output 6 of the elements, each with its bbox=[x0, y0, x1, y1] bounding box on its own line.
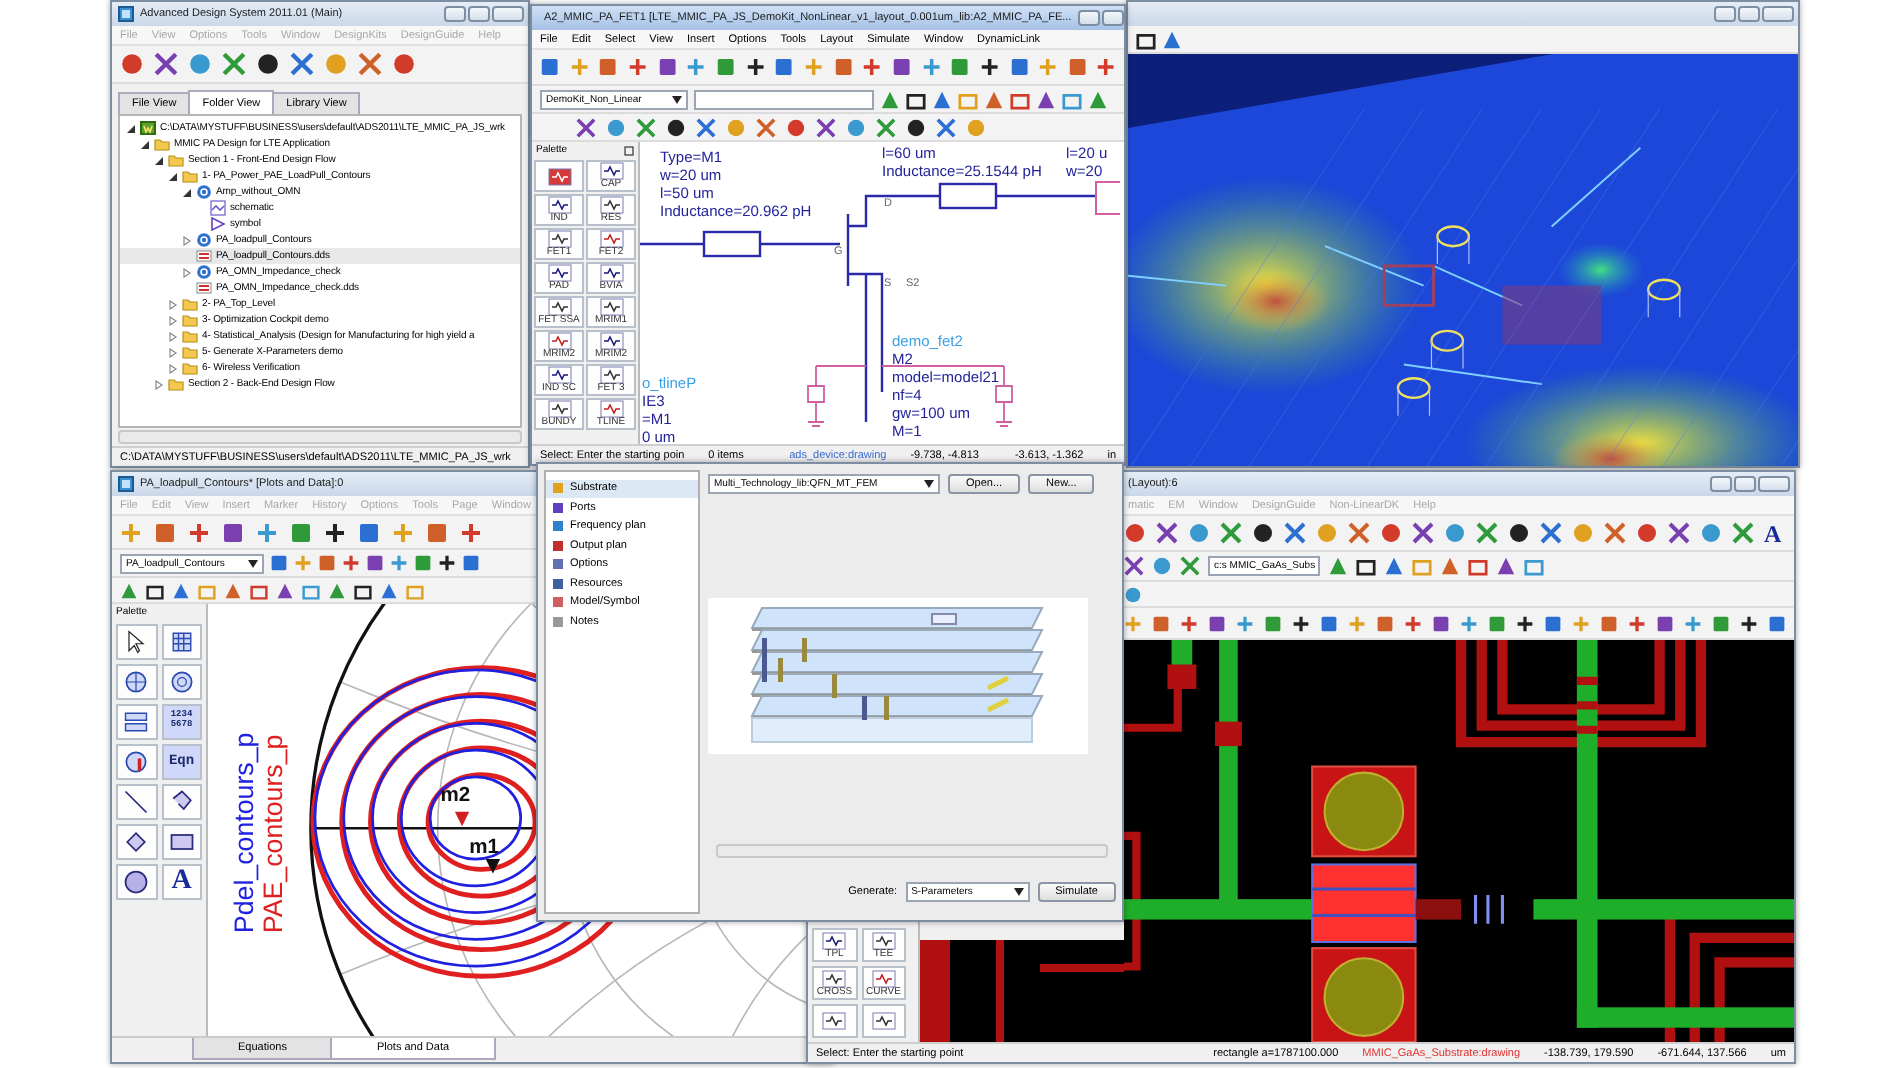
legend-label: PAE_contours_p bbox=[258, 734, 289, 934]
text-tool[interactable]: A bbox=[1764, 521, 1782, 545]
legend-label: Pdel_contours_p bbox=[229, 732, 260, 934]
marker-label: m2 bbox=[440, 785, 471, 808]
marker-label: m1 bbox=[469, 836, 499, 859]
text-tool[interactable]: A bbox=[161, 864, 202, 900]
